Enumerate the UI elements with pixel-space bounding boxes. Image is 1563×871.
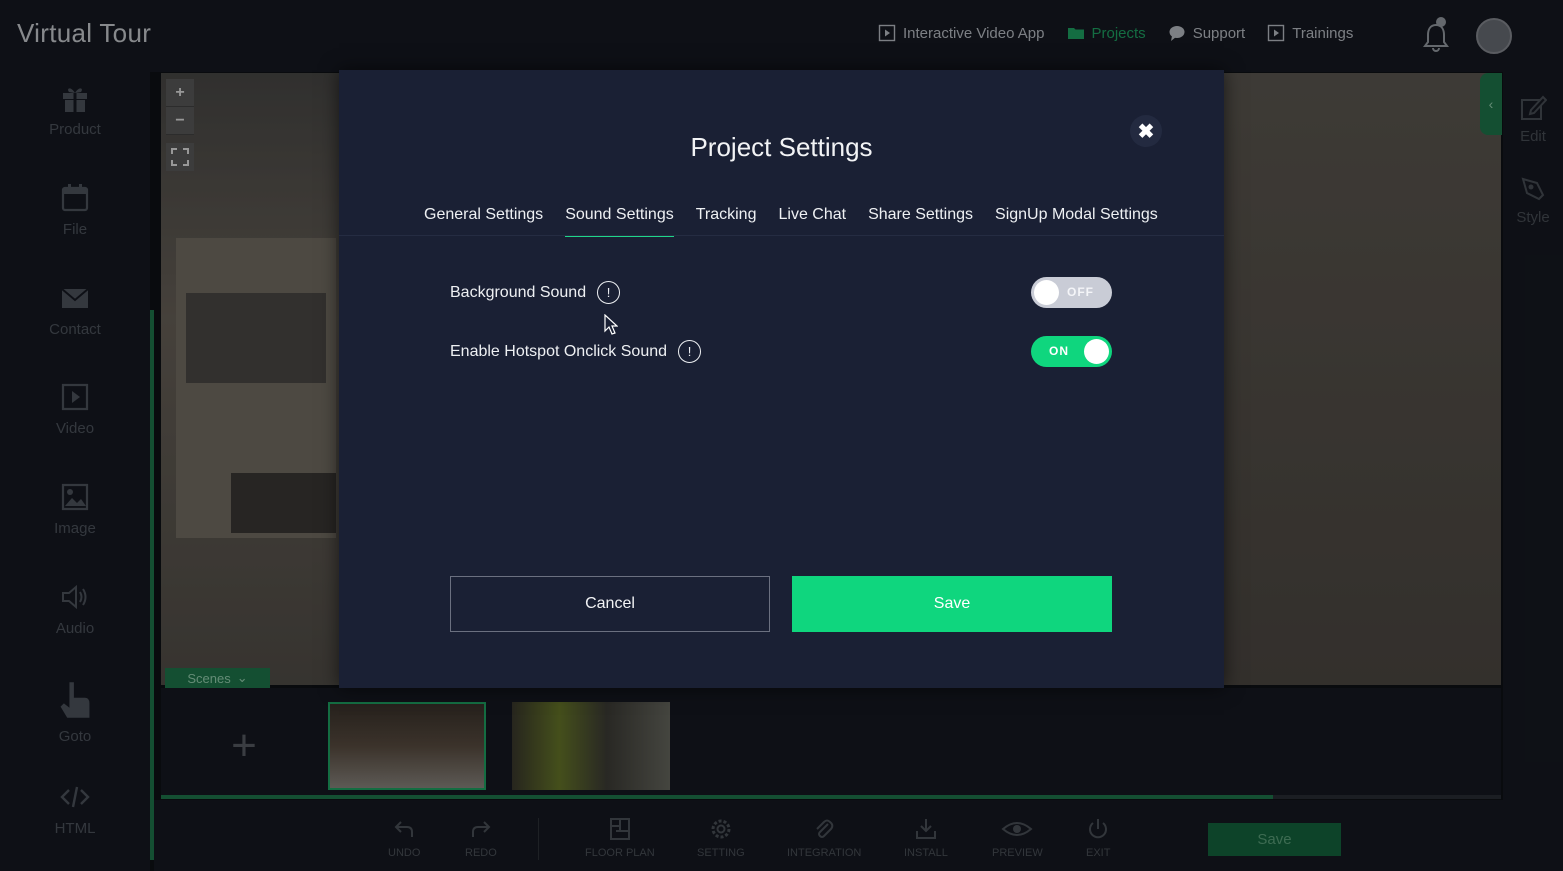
tab-share-settings[interactable]: Share Settings bbox=[868, 206, 973, 237]
tab-live-chat[interactable]: Live Chat bbox=[778, 206, 846, 237]
setting-background-sound: Background Sound ! bbox=[450, 281, 621, 304]
toggle-knob bbox=[1084, 339, 1109, 364]
close-icon: ✖ bbox=[1137, 120, 1155, 143]
project-settings-modal: Project Settings ✖ General Settings Soun… bbox=[339, 70, 1224, 688]
settings-tabs: General Settings Sound Settings Tracking… bbox=[424, 206, 1180, 237]
mouse-cursor-icon bbox=[604, 314, 618, 335]
info-icon[interactable]: ! bbox=[597, 281, 621, 304]
app-root: Virtual Tour Interactive Video App Proje… bbox=[0, 0, 1563, 871]
tab-sound-settings[interactable]: Sound Settings bbox=[565, 206, 674, 237]
setting-label: Enable Hotspot Onclick Sound bbox=[450, 342, 668, 360]
toggle-knob bbox=[1034, 280, 1059, 305]
info-icon[interactable]: ! bbox=[678, 340, 702, 363]
tabs-divider bbox=[339, 235, 1224, 236]
close-button[interactable]: ✖ bbox=[1130, 115, 1162, 147]
save-button[interactable]: Save bbox=[792, 576, 1112, 632]
toggle-state: ON bbox=[1049, 344, 1069, 358]
toggle-state: OFF bbox=[1067, 285, 1094, 299]
modal-title: Project Settings bbox=[690, 132, 873, 162]
setting-label: Background Sound bbox=[450, 283, 587, 301]
background-sound-toggle[interactable]: OFF bbox=[1031, 277, 1112, 308]
hotspot-onclick-sound-toggle[interactable]: ON bbox=[1031, 336, 1112, 367]
tab-general-settings[interactable]: General Settings bbox=[424, 206, 543, 237]
setting-hotspot-onclick-sound: Enable Hotspot Onclick Sound ! bbox=[450, 340, 702, 363]
tab-signup-modal-settings[interactable]: SignUp Modal Settings bbox=[995, 206, 1158, 237]
tab-tracking[interactable]: Tracking bbox=[696, 206, 757, 237]
cancel-button[interactable]: Cancel bbox=[450, 576, 770, 632]
